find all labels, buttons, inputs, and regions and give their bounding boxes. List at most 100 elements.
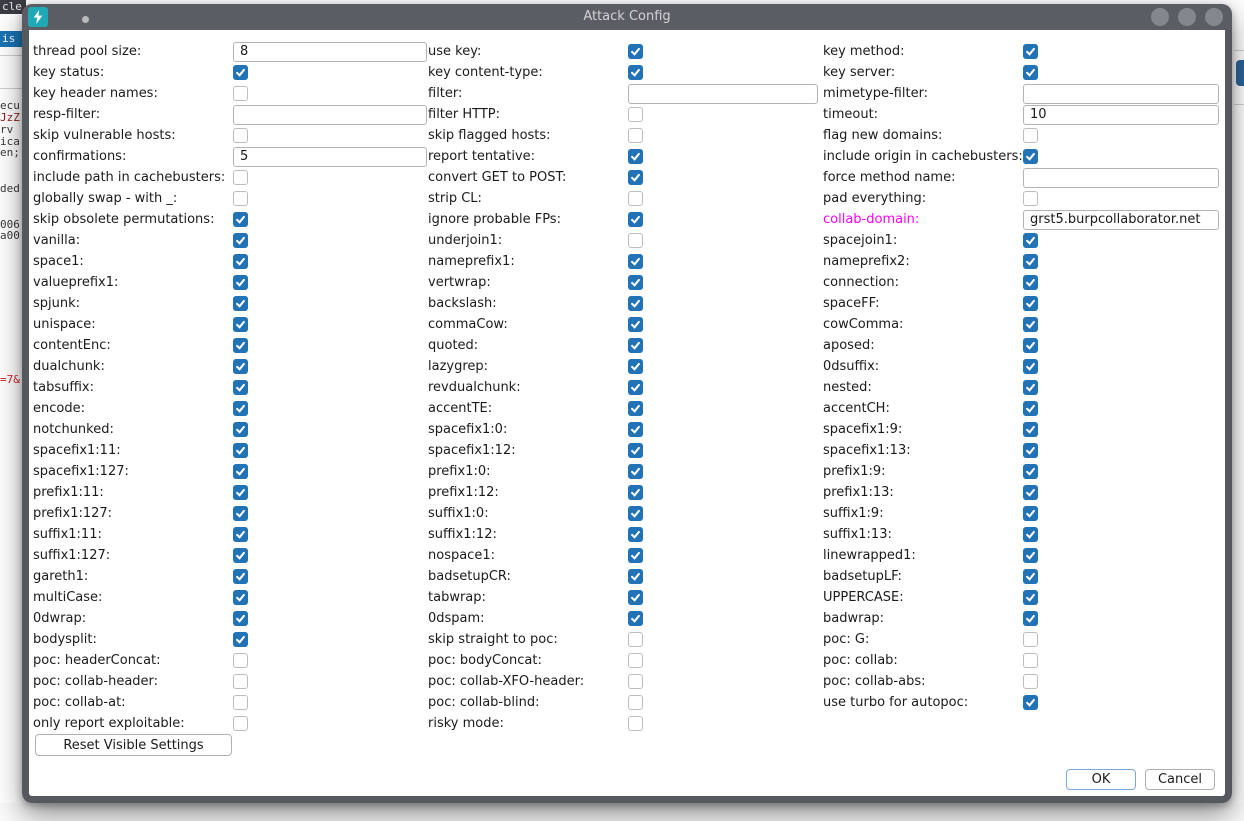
checkbox-dualchunk[interactable] <box>233 359 248 374</box>
checkbox-suffix1-127[interactable] <box>233 548 248 563</box>
checkbox-lazygrep[interactable] <box>628 359 643 374</box>
checkbox-poc-collab-at[interactable] <box>233 695 248 710</box>
ok-button[interactable]: OK <box>1066 769 1136 790</box>
text-input-thread-pool-size[interactable] <box>233 42 427 62</box>
checkbox-include-path-in-cachebusters[interactable] <box>233 170 248 185</box>
checkbox-spacefix1-127[interactable] <box>233 464 248 479</box>
checkbox-poc-g[interactable] <box>1023 632 1038 647</box>
checkbox-ignore-probable-fps[interactable] <box>628 212 643 227</box>
checkbox-badsetupcr[interactable] <box>628 569 643 584</box>
checkbox-poc-collab-abs[interactable] <box>1023 674 1038 689</box>
checkbox-suffix1-11[interactable] <box>233 527 248 542</box>
checkbox-skip-straight-to-poc[interactable] <box>628 632 643 647</box>
checkbox-unispace[interactable] <box>233 317 248 332</box>
checkbox-use-key[interactable] <box>628 44 643 59</box>
checkbox-key-content-type[interactable] <box>628 65 643 80</box>
text-input-timeout[interactable] <box>1023 105 1219 125</box>
checkbox-prefix1-0[interactable] <box>628 464 643 479</box>
checkbox-contentenc[interactable] <box>233 338 248 353</box>
checkbox-key-method[interactable] <box>1023 44 1038 59</box>
checkbox-multicase[interactable] <box>233 590 248 605</box>
reset-visible-settings-button[interactable]: Reset Visible Settings <box>35 734 232 756</box>
checkbox-accentch[interactable] <box>1023 401 1038 416</box>
checkbox-0dsuffix[interactable] <box>1023 359 1038 374</box>
checkbox-accentte[interactable] <box>628 401 643 416</box>
checkbox-notchunked[interactable] <box>233 422 248 437</box>
checkbox-uppercase[interactable] <box>1023 590 1038 605</box>
text-input-filter[interactable] <box>628 84 818 104</box>
text-input-resp-filter[interactable] <box>233 105 427 125</box>
checkbox-poc-collab-blind[interactable] <box>628 695 643 710</box>
checkbox-convert-get-to-post[interactable] <box>628 170 643 185</box>
checkbox-valueprefix1[interactable] <box>233 275 248 290</box>
checkbox-key-server[interactable] <box>1023 65 1038 80</box>
checkbox-key-header-names[interactable] <box>233 86 248 101</box>
close-button[interactable] <box>1205 8 1223 26</box>
text-input-confirmations[interactable] <box>233 147 427 167</box>
checkbox-spjunk[interactable] <box>233 296 248 311</box>
checkbox-tabwrap[interactable] <box>628 590 643 605</box>
checkbox-include-origin-in-cachebusters[interactable] <box>1023 149 1038 164</box>
checkbox-vertwrap[interactable] <box>628 275 643 290</box>
checkbox-quoted[interactable] <box>628 338 643 353</box>
checkbox-skip-obsolete-permutations[interactable] <box>233 212 248 227</box>
maximize-button[interactable] <box>1178 8 1196 26</box>
checkbox-pad-everything[interactable] <box>1023 191 1038 206</box>
checkbox-spacefix1-12[interactable] <box>628 443 643 458</box>
checkbox-report-tentative[interactable] <box>628 149 643 164</box>
checkbox-aposed[interactable] <box>1023 338 1038 353</box>
checkbox-skip-flagged-hosts[interactable] <box>628 128 643 143</box>
checkbox-badwrap[interactable] <box>1023 611 1038 626</box>
checkbox-0dwrap[interactable] <box>233 611 248 626</box>
dialog-titlebar[interactable]: Attack Config <box>22 4 1232 30</box>
checkbox-poc-collab-header[interactable] <box>233 674 248 689</box>
text-input-force-method-name[interactable] <box>1023 168 1219 188</box>
checkbox-nameprefix2[interactable] <box>1023 254 1038 269</box>
checkbox-spaceff[interactable] <box>1023 296 1038 311</box>
checkbox-nospace1[interactable] <box>628 548 643 563</box>
checkbox-tabsuffix[interactable] <box>233 380 248 395</box>
checkbox-suffix1-13[interactable] <box>1023 527 1038 542</box>
text-input-collab-domain[interactable] <box>1023 210 1219 230</box>
checkbox-commacow[interactable] <box>628 317 643 332</box>
checkbox-connection[interactable] <box>1023 275 1038 290</box>
checkbox-nested[interactable] <box>1023 380 1038 395</box>
checkbox-spacefix1-9[interactable] <box>1023 422 1038 437</box>
checkbox-revdualchunk[interactable] <box>628 380 643 395</box>
checkbox-globally-swap-with[interactable] <box>233 191 248 206</box>
checkbox-spacefix1-13[interactable] <box>1023 443 1038 458</box>
checkbox-flag-new-domains[interactable] <box>1023 128 1038 143</box>
cancel-button[interactable]: Cancel <box>1145 769 1215 790</box>
checkbox-0dspam[interactable] <box>628 611 643 626</box>
checkbox-encode[interactable] <box>233 401 248 416</box>
checkbox-spacejoin1[interactable] <box>1023 233 1038 248</box>
checkbox-poc-bodyconcat[interactable] <box>628 653 643 668</box>
checkbox-backslash[interactable] <box>628 296 643 311</box>
checkbox-use-turbo-for-autopoc[interactable] <box>1023 695 1038 710</box>
checkbox-vanilla[interactable] <box>233 233 248 248</box>
checkbox-prefix1-11[interactable] <box>233 485 248 500</box>
checkbox-nameprefix1[interactable] <box>628 254 643 269</box>
checkbox-suffix1-9[interactable] <box>1023 506 1038 521</box>
checkbox-cowcomma[interactable] <box>1023 317 1038 332</box>
checkbox-badsetuplf[interactable] <box>1023 569 1038 584</box>
checkbox-prefix1-13[interactable] <box>1023 485 1038 500</box>
checkbox-prefix1-9[interactable] <box>1023 464 1038 479</box>
checkbox-gareth1[interactable] <box>233 569 248 584</box>
checkbox-only-report-exploitable[interactable] <box>233 716 248 731</box>
checkbox-strip-cl[interactable] <box>628 191 643 206</box>
checkbox-suffix1-0[interactable] <box>628 506 643 521</box>
checkbox-poc-collab[interactable] <box>1023 653 1038 668</box>
checkbox-risky-mode[interactable] <box>628 716 643 731</box>
checkbox-bodysplit[interactable] <box>233 632 248 647</box>
checkbox-linewrapped1[interactable] <box>1023 548 1038 563</box>
checkbox-spacefix1-0[interactable] <box>628 422 643 437</box>
checkbox-prefix1-12[interactable] <box>628 485 643 500</box>
checkbox-poc-headerconcat[interactable] <box>233 653 248 668</box>
checkbox-spacefix1-11[interactable] <box>233 443 248 458</box>
text-input-mimetype-filter[interactable] <box>1023 84 1219 104</box>
checkbox-suffix1-12[interactable] <box>628 527 643 542</box>
checkbox-underjoin1[interactable] <box>628 233 643 248</box>
checkbox-skip-vulnerable-hosts[interactable] <box>233 128 248 143</box>
checkbox-key-status[interactable] <box>233 65 248 80</box>
